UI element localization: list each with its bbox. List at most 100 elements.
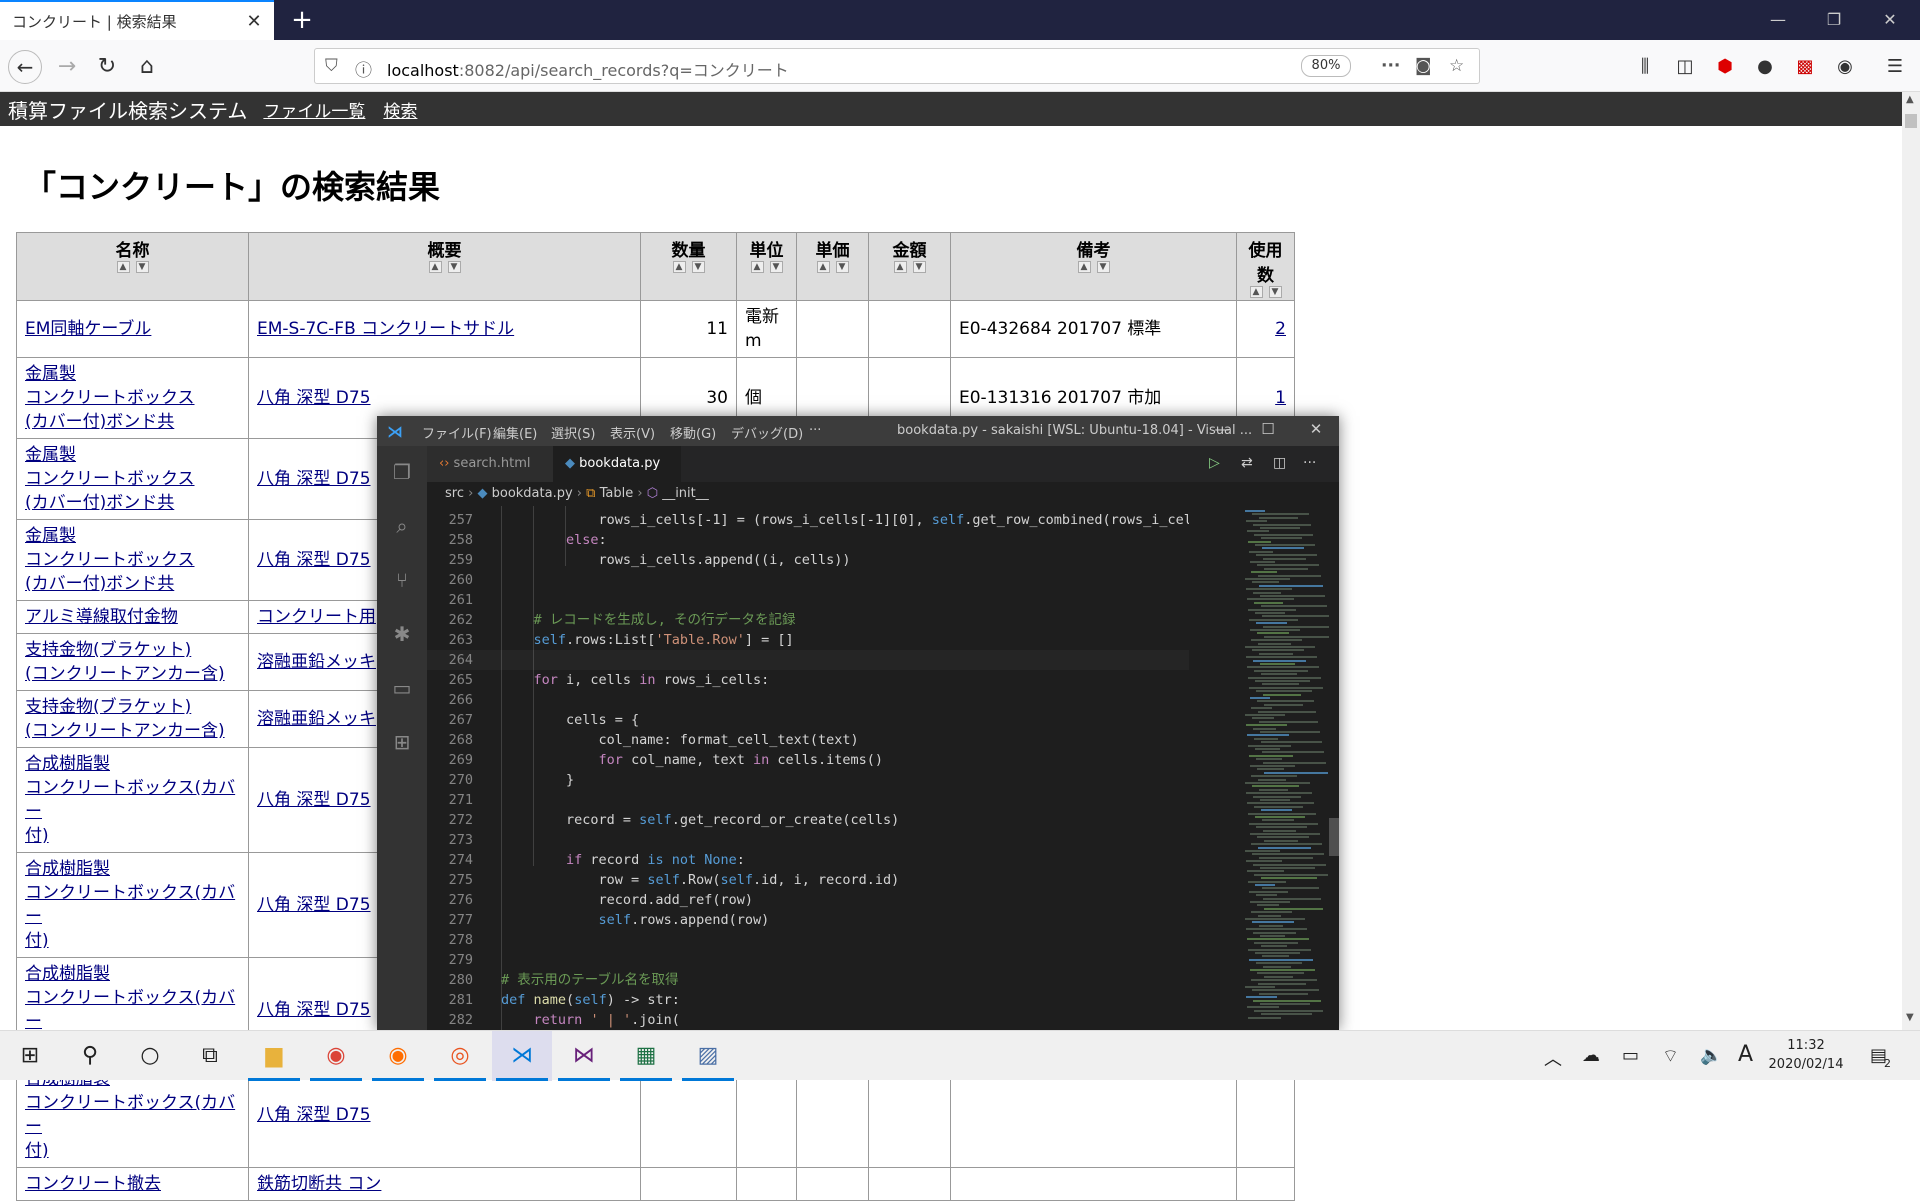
sort-arrows[interactable]: ▲ ▼ (801, 261, 864, 273)
menu-more[interactable]: ··· (809, 423, 821, 438)
code-line[interactable]: 274 if record is not None: (427, 850, 1189, 870)
close-icon[interactable]: ✕ (1862, 0, 1918, 40)
column-header[interactable]: 単位 ▲ ▼ (736, 232, 797, 301)
code-text[interactable]: else: (501, 532, 607, 548)
item-name-link[interactable]: 金属製 コンクリートボックス (カバー付)ボンド共 (25, 364, 195, 432)
photos-icon[interactable]: ▨ (678, 1031, 738, 1081)
scroll-down-icon[interactable]: ▼ (1906, 1012, 1914, 1023)
nav-search-link[interactable]: 検索 (383, 97, 417, 122)
code-text[interactable]: # レコードを生成し, その行データを記録 (501, 612, 796, 628)
code-text[interactable]: self.rows:List['Table.Row'] = [] (501, 632, 794, 648)
minimize-icon[interactable]: — (1750, 0, 1806, 40)
code-text[interactable]: rows_i_cells[-1] = (rows_i_cells[-1][0],… (501, 512, 1189, 528)
sort-arrows[interactable]: ▲ ▼ (873, 261, 946, 273)
cortana-icon[interactable]: ○ (120, 1031, 180, 1081)
breadcrumb-item[interactable]: bookdata.py (492, 486, 573, 501)
item-summary-link[interactable]: 八角 深型 D75 (257, 550, 371, 570)
editor-scrollbar-thumb[interactable] (1329, 818, 1339, 856)
back-icon[interactable]: ← (8, 50, 42, 84)
pocket-icon[interactable]: ◙ (1415, 56, 1432, 76)
code-line[interactable]: 269 for col_name, text in cells.items() (427, 750, 1189, 770)
item-name-link[interactable]: コンクリート撤去 (25, 1174, 161, 1194)
code-text[interactable]: cells = { (501, 712, 639, 728)
tab-close-icon[interactable]: ✕ (242, 11, 266, 32)
column-header[interactable]: 概要 ▲ ▼ (248, 232, 641, 301)
adblock-icon[interactable]: ⬢ (1712, 54, 1738, 80)
sort-arrows[interactable]: ▲ ▼ (253, 261, 636, 273)
account-icon[interactable]: ● (1752, 54, 1778, 80)
firefox-icon[interactable]: ◉ (368, 1031, 428, 1081)
search-icon[interactable]: ⚲ (60, 1031, 120, 1081)
code-text[interactable]: # 表示用のテーブル名を取得 (501, 972, 678, 988)
split-editor-icon[interactable]: ◫ (1273, 455, 1286, 471)
explorer-icon[interactable]: ❐ (390, 460, 414, 484)
tab-bookdata-py[interactable]: ◆ bookdata.py ✕ (553, 446, 681, 507)
sidebar-icon[interactable]: ◫ (1672, 54, 1698, 80)
item-name-link[interactable]: 合成樹脂製 コンクリートボックス(カバー 付) (25, 754, 235, 846)
search-icon[interactable]: ⌕ (390, 514, 414, 538)
code-text[interactable]: record.add_ref(row) (501, 892, 753, 908)
source-control-icon[interactable]: ⑂ (390, 568, 414, 592)
menu-icon[interactable]: ☰ (1882, 54, 1908, 80)
code-line[interactable]: 257 rows_i_cells[-1] = (rows_i_cells[-1]… (427, 510, 1189, 530)
reload-icon[interactable]: ↻ (90, 50, 124, 84)
column-header[interactable]: 金額 ▲ ▼ (868, 232, 951, 301)
code-text[interactable]: record = self.get_record_or_create(cells… (501, 812, 899, 828)
code-line[interactable]: 261 (427, 590, 1189, 610)
code-line[interactable]: 281 def name(self) -> str: (427, 990, 1189, 1010)
start-icon[interactable]: ⊞ (0, 1031, 60, 1081)
zoom-badge[interactable]: 80% (1301, 55, 1351, 77)
tab-search-html[interactable]: ‹› search.html (427, 446, 553, 482)
browser-tab[interactable]: コンクリート | 検索結果 ✕ (0, 0, 274, 40)
column-header[interactable]: 数量 ▲ ▼ (640, 232, 737, 301)
minimap[interactable] (1239, 506, 1329, 1030)
code-line[interactable]: 266 (427, 690, 1189, 710)
item-use-count-link[interactable]: 1 (1275, 388, 1286, 408)
code-text[interactable]: } (501, 772, 574, 788)
wifi-icon[interactable]: ⌔ (1662, 1045, 1679, 1068)
column-header[interactable]: 使用数 ▲ ▼ (1236, 232, 1295, 301)
item-summary-link[interactable]: 溶融亜鉛メッキ (257, 709, 376, 729)
item-summary-link[interactable]: 八角 深型 D75 (257, 1105, 371, 1125)
onedrive-icon[interactable]: ☁ (1582, 1045, 1600, 1066)
sort-arrows[interactable]: ▲ ▼ (741, 261, 792, 273)
code-line[interactable]: 265 for i, cells in rows_i_cells: (427, 670, 1189, 690)
star-icon[interactable]: ☆ (1449, 56, 1464, 76)
item-use-count-link[interactable]: 2 (1275, 319, 1286, 339)
code-line[interactable]: 268 col_name: format_cell_text(text) (427, 730, 1189, 750)
code-line[interactable]: 277 self.rows.append(row) (427, 910, 1189, 930)
sort-arrows[interactable]: ▲ ▼ (955, 261, 1232, 273)
code-line[interactable]: 259 rows_i_cells.append((i, cells)) (427, 550, 1189, 570)
item-name-link[interactable]: EM同軸ケーブル (25, 319, 151, 339)
column-header[interactable]: 単価 ▲ ▼ (796, 232, 869, 301)
task-view-icon[interactable]: ⧉ (180, 1031, 240, 1081)
column-header[interactable]: 備考 ▲ ▼ (950, 232, 1237, 301)
url-bar[interactable]: ⛉ ⓘ localhost:8082/api/search_records?q=… (314, 48, 1480, 84)
code-line[interactable]: 264 (427, 650, 1189, 670)
info-icon[interactable]: ⓘ (355, 56, 372, 81)
compare-icon[interactable]: ⇄ (1241, 455, 1253, 471)
visual-studio-icon[interactable]: ⋈ (554, 1031, 614, 1081)
code-line[interactable]: 258 else: (427, 530, 1189, 550)
code-editor[interactable]: 257 rows_i_cells[-1] = (rows_i_cells[-1]… (427, 506, 1189, 1030)
shield-icon[interactable]: ⛉ (325, 56, 338, 76)
ubuntu-icon[interactable]: ◎ (430, 1031, 490, 1081)
breadcrumb-item[interactable]: src (445, 486, 464, 501)
code-line[interactable]: 271 (427, 790, 1189, 810)
code-line[interactable]: 272 record = self.get_record_or_create(c… (427, 810, 1189, 830)
code-line[interactable]: 282 return ' | '.join( (427, 1010, 1189, 1030)
code-text[interactable]: col_name: format_cell_text(text) (501, 732, 859, 748)
more-icon[interactable]: ··· (1381, 56, 1400, 76)
item-name-link[interactable]: 金属製 コンクリートボックス (カバー付)ボンド共 (25, 445, 195, 513)
breadcrumb-item[interactable]: Table (600, 486, 634, 501)
item-summary-link[interactable]: 八角 深型 D75 (257, 388, 371, 408)
breadcrumb-item[interactable]: __init__ (662, 486, 709, 501)
explorer-icon[interactable]: ▆ (244, 1031, 304, 1081)
menu-edit[interactable]: 編集(E) (493, 423, 537, 442)
item-summary-link[interactable]: 八角 深型 D75 (257, 895, 371, 915)
item-summary-link[interactable]: 八角 深型 D75 (257, 1000, 371, 1020)
vs-close-icon[interactable]: ✕ (1301, 420, 1331, 438)
run-icon[interactable]: ▷ (1209, 455, 1220, 471)
menu-go[interactable]: 移動(G) (670, 423, 716, 442)
nav-file-list-link[interactable]: ファイル一覧 (263, 97, 365, 122)
